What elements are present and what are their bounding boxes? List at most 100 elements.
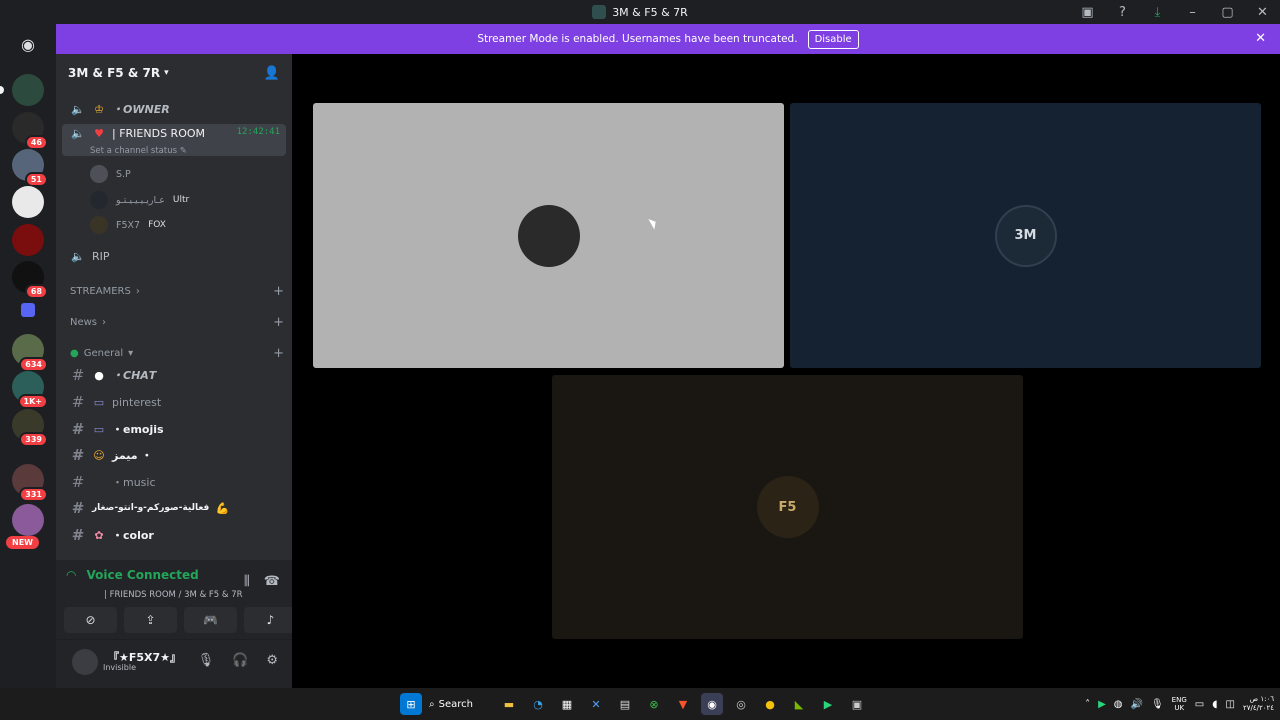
unread-badge: 1K+ (17, 394, 48, 409)
taskbar-apps: ⊞ ⌕ Search ▬ ◔ ▦ ✕ ▤ ⊗ ▼ ◉ ◎ ● ◣ ▶ ▣ (400, 688, 868, 720)
microphone-tray-icon[interactable]: 🎙 (1151, 699, 1164, 710)
camera-off-button[interactable]: ⊘ (64, 607, 117, 633)
channel-owner[interactable]: 🔈 ♔ ・𝙊𝙒𝙉𝙀𝙍 (62, 97, 286, 121)
add-channel-icon[interactable]: + (273, 346, 284, 361)
close-icon[interactable]: ✕ (1255, 31, 1266, 46)
server-icon-11[interactable] (12, 504, 44, 536)
tray-icon[interactable]: ◍ (1114, 699, 1123, 710)
channel-status[interactable]: Set a channel status ✎ (90, 146, 187, 156)
channel-emojis[interactable]: # ▭ ・emojis (62, 417, 286, 441)
edge-icon[interactable]: ◔ (527, 693, 549, 715)
clock[interactable]: ١:٠٦ ص ٢٧/٤/٢٠٢٤ (1243, 695, 1274, 713)
chrome-icon[interactable]: ● (759, 693, 781, 715)
taskbar-search[interactable]: ⌕ Search (429, 693, 491, 715)
channel-label: ・𝘾𝙃𝘼𝙏 (112, 369, 157, 382)
folder-icon[interactable] (21, 303, 35, 317)
server-icon-10[interactable]: 331 (12, 464, 48, 502)
voice-user[interactable]: عـاريـيـيـيـتـو Ultr (90, 190, 189, 210)
channel-color[interactable]: # ✿ ・color (62, 523, 286, 547)
screen-share-button[interactable]: ⇪ (124, 607, 177, 633)
category-general[interactable]: ● General ▾ + (70, 344, 284, 362)
soundboard-button[interactable]: ♪ (244, 607, 297, 633)
participant-tile[interactable]: F5 (552, 375, 1023, 639)
noise-suppression-icon[interactable]: ⫼ (244, 574, 250, 589)
nvidia-icon[interactable]: ◣ (788, 693, 810, 715)
close-window-button[interactable]: ✕ (1245, 0, 1280, 24)
new-badge[interactable]: NEW (6, 536, 39, 549)
download-icon[interactable]: ⤓ (1140, 0, 1175, 24)
network-icon[interactable]: ◫ (1226, 699, 1235, 710)
streamer-mode-banner: Streamer Mode is enabled. Usernames have… (56, 24, 1280, 54)
clock-date: ٢٧/٤/٢٠٢٤ (1242, 704, 1274, 712)
xbox-icon[interactable]: ⊗ (643, 693, 665, 715)
channel-pinterest[interactable]: # ▭ pinterest (62, 390, 286, 414)
channel-event[interactable]: # فعالية-صوركم-و-انتو-صغار 💪 (62, 496, 286, 520)
channel-sidebar: 3M & F5 & 7R ▾ 👤 🔈 ♔ ・𝙊𝙒𝙉𝙀𝙍 🔈 ♥ | FRIEND… (56, 54, 292, 560)
participant-avatar: F5 (756, 476, 819, 538)
laugh-emoji-icon: ☺ (93, 448, 105, 462)
participant-tile[interactable]: 3M (790, 103, 1261, 368)
invite-icon[interactable]: 👤 (264, 66, 280, 81)
category-streamers[interactable]: STREAMERS › + (70, 282, 284, 300)
channel-label: ・color (112, 529, 154, 542)
chevron-up-icon[interactable]: ˄ (1085, 699, 1090, 710)
unread-badge: 68 (24, 284, 48, 299)
discord-home-icon[interactable]: ◉ (12, 32, 44, 56)
display-icon[interactable]: ▭ (1195, 699, 1204, 710)
server-icon-6[interactable]: 68 (12, 261, 48, 299)
channel-rip[interactable]: 🔈 RIP (62, 244, 286, 268)
voice-actions: ⫼ ☎ (244, 574, 280, 589)
windows-start-icon[interactable]: ⊞ (400, 693, 422, 715)
obs-icon[interactable]: ◎ (730, 693, 752, 715)
brave-icon[interactable]: ▼ (672, 693, 694, 715)
help-icon[interactable]: ? (1105, 0, 1140, 24)
server-icon-1[interactable] (12, 74, 44, 106)
activity-button[interactable]: 🎮 (184, 607, 237, 633)
server-icon-4[interactable] (12, 186, 44, 218)
channel-chat[interactable]: # ● ・𝘾𝙃𝘼𝙏 (62, 363, 286, 387)
category-news[interactable]: News › + (70, 313, 284, 331)
unread-badge: 339 (19, 432, 48, 447)
search-label: Search (438, 698, 473, 710)
headphones-icon[interactable]: 🎧 (232, 653, 248, 668)
maximize-button[interactable]: ▢ (1210, 0, 1245, 24)
voice-status[interactable]: Voice Connected (86, 568, 198, 582)
server-icon-8[interactable]: 1K+ (12, 371, 48, 409)
voice-location[interactable]: | FRIENDS ROOM / 3M & F5 & 7R (104, 590, 243, 600)
channel-status-text: Set a channel status (90, 146, 178, 156)
disconnect-icon[interactable]: ☎ (264, 574, 280, 589)
discord-icon[interactable]: ◉ (701, 693, 723, 715)
gear-icon[interactable]: ⚙ (266, 653, 278, 668)
voice-user[interactable]: F5X7 FOX (90, 215, 166, 235)
volume-icon[interactable]: 🔊 (1131, 699, 1143, 710)
app-icon[interactable]: ✕ (585, 693, 607, 715)
voice-user[interactable]: S.P (90, 164, 131, 184)
server-header[interactable]: 3M & F5 & 7R ▾ 👤 (56, 54, 292, 92)
store-icon[interactable]: ▦ (556, 693, 578, 715)
server-icon-9[interactable]: 339 (12, 409, 48, 447)
inbox-icon[interactable]: ▣ (1070, 0, 1105, 24)
user-status: Invisible (103, 663, 136, 672)
voice-stage: 3M F5 (292, 54, 1280, 688)
minimize-button[interactable]: – (1175, 0, 1210, 24)
participant-label: 3M (1014, 228, 1037, 243)
play-icon[interactable]: ▶ (817, 693, 839, 715)
server-icon-5[interactable] (12, 224, 44, 256)
microphone-icon[interactable]: 🎙 (198, 653, 215, 668)
app-icon-2[interactable]: ▤ (614, 693, 636, 715)
avatar[interactable] (72, 649, 98, 675)
language-indicator[interactable]: ENG UK (1172, 696, 1187, 712)
server-icon-3[interactable]: 51 (12, 149, 48, 187)
disable-button[interactable]: Disable (807, 29, 859, 49)
participant-tile[interactable] (313, 103, 784, 368)
add-channel-icon[interactable]: + (273, 315, 284, 330)
add-channel-icon[interactable]: + (273, 284, 284, 299)
server-icon-7[interactable]: 634 (12, 334, 48, 372)
channel-music[interactable]: # ・music (62, 470, 286, 494)
file-explorer-icon[interactable]: ▬ (498, 693, 520, 715)
play-tray-icon[interactable]: ▶ (1098, 699, 1106, 710)
channel-memes[interactable]: # ☺ ميمز ・ (62, 443, 286, 467)
app-icon-3[interactable]: ▣ (846, 693, 868, 715)
speaker-tray-icon[interactable]: ◖ (1212, 699, 1217, 710)
server-icon-2[interactable]: 46 (12, 112, 48, 150)
